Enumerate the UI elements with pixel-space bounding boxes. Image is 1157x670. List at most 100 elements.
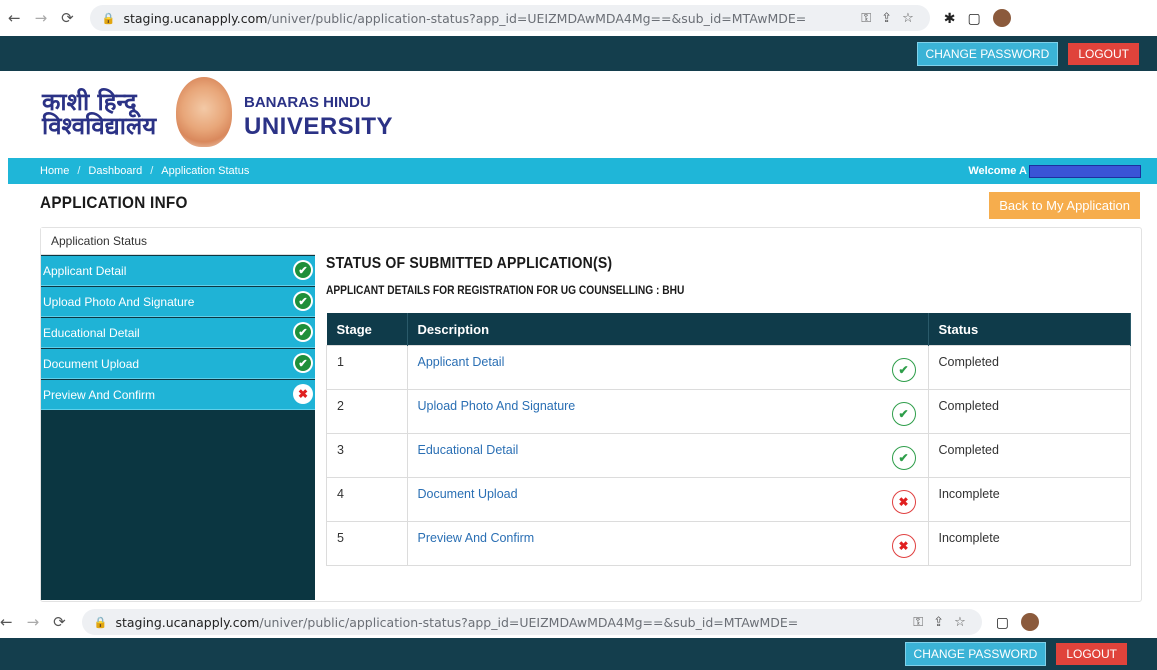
status-cell: Incomplete [927, 477, 1131, 522]
stage-cell: 1 [326, 345, 408, 390]
url-host: staging.ucanapply.com [115, 614, 260, 630]
lock-icon: 🔒 [93, 615, 108, 629]
logout-button[interactable]: LOGOUT [1056, 643, 1127, 665]
sidebar-item-document-upload[interactable]: Document Upload ✔ [41, 349, 315, 379]
key-icon[interactable]: ⚿ [913, 615, 923, 630]
sidebar-item-educational-detail[interactable]: Educational Detail ✔ [41, 318, 315, 348]
page-title: APPLICATION INFO [40, 193, 188, 212]
check-circle-icon: ✔ [293, 353, 313, 373]
hindi-line-2: विश्वविद्यालय [42, 111, 157, 140]
breadcrumb: Home / Dashboard / Application Status We… [8, 158, 1157, 184]
stage-cell: 2 [326, 389, 408, 434]
description-cell: Preview And Confirm ✖ [406, 521, 929, 566]
sidebar-item-label: Preview And Confirm [43, 387, 156, 402]
column-header-description: Description [407, 313, 929, 346]
address-bar[interactable]: 🔒 staging.ucanapply.com/univer/public/ap… [89, 5, 930, 31]
check-circle-icon: ✔ [891, 402, 916, 426]
sidebar-item-preview-confirm[interactable]: Preview And Confirm ✖ [41, 380, 315, 410]
breadcrumb-separator: / [77, 165, 81, 177]
main-content: STATUS OF SUBMITTED APPLICATION(S) APPLI… [326, 255, 1132, 566]
reload-icon[interactable]: ⟳ [53, 613, 66, 631]
welcome-label: Welcome A [968, 165, 1027, 177]
status-table: Stage Description Status 1 Applicant Det… [326, 313, 1131, 566]
description-link[interactable]: Document Upload [418, 487, 518, 501]
status-cell: Incomplete [927, 521, 1131, 566]
forward-arrow-icon[interactable]: → [35, 9, 48, 27]
stage-cell: 4 [326, 477, 408, 522]
description-link[interactable]: Upload Photo And Signature [418, 399, 576, 413]
description-cell: Applicant Detail ✔ [406, 345, 929, 390]
table-row: 4 Document Upload ✖ Incomplete [326, 477, 1131, 522]
sidebar-heading: Application Status [41, 228, 315, 255]
profile-avatar[interactable] [1020, 613, 1039, 631]
cross-circle-icon: ✖ [891, 490, 916, 514]
breadcrumb-current: Application Status [161, 165, 250, 177]
stage-cell: 3 [326, 433, 408, 478]
description-link[interactable]: Applicant Detail [418, 355, 505, 369]
table-row: 1 Applicant Detail ✔ Completed [326, 345, 1131, 390]
redacted-username [1029, 164, 1141, 178]
browser-nav: ← → ⟳ [8, 9, 74, 27]
sidepanel-icon[interactable]: ▢ [996, 614, 1009, 631]
table-row: 5 Preview And Confirm ✖ Incomplete [326, 521, 1131, 566]
table-header-row: Stage Description Status [326, 313, 1131, 346]
cross-circle-icon: ✖ [891, 534, 916, 558]
sidebar-item-label: Upload Photo And Signature [43, 294, 195, 309]
breadcrumb-separator: / [150, 165, 154, 177]
share-icon[interactable]: ⇪ [933, 615, 944, 630]
status-subheading: APPLICANT DETAILS FOR REGISTRATION FOR U… [326, 283, 685, 297]
check-circle-icon: ✔ [293, 291, 313, 311]
sidebar-item-upload-photo[interactable]: Upload Photo And Signature ✔ [41, 287, 315, 317]
status-cell: Completed [927, 389, 1131, 434]
description-link[interactable]: Preview And Confirm [418, 531, 535, 545]
lock-icon: 🔒 [101, 11, 116, 25]
english-line-2: UNIVERSITY [244, 113, 394, 140]
table-row: 3 Educational Detail ✔ Completed [326, 433, 1131, 478]
site-topbar-duplicate: CHANGE PASSWORD LOGOUT [0, 638, 1157, 670]
site-topbar: CHANGE PASSWORD LOGOUT [0, 36, 1157, 71]
browser-nav: ← → ⟳ [0, 613, 66, 631]
site-header: काशी हिन्दू विश्वविद्यालय BANARAS HINDU … [0, 72, 1157, 158]
url-path: /univer/public/application-status?app_id… [267, 10, 807, 26]
share-icon[interactable]: ⇪ [881, 11, 892, 26]
back-to-application-button[interactable]: Back to My Application [989, 192, 1140, 219]
table-row: 2 Upload Photo And Signature ✔ Completed [326, 389, 1131, 434]
profile-avatar[interactable] [992, 9, 1011, 27]
key-icon[interactable]: ⚿ [861, 11, 871, 26]
welcome-text: Welcome A [968, 164, 1141, 178]
logout-button[interactable]: LOGOUT [1068, 42, 1139, 65]
address-bar[interactable]: 🔒 staging.ucanapply.com/univer/public/ap… [81, 609, 982, 635]
change-password-button[interactable]: CHANGE PASSWORD [916, 41, 1059, 66]
status-sidebar: Application Status Applicant Detail ✔ Up… [41, 228, 315, 600]
status-heading: STATUS OF SUBMITTED APPLICATION(S) [326, 255, 613, 272]
back-arrow-icon[interactable]: ← [8, 9, 21, 27]
stage-cell: 5 [326, 521, 408, 566]
status-cell: Completed [927, 345, 1131, 390]
star-icon[interactable]: ☆ [954, 615, 966, 630]
forward-arrow-icon[interactable]: → [27, 613, 40, 631]
column-header-stage: Stage [326, 313, 408, 346]
url-path: /univer/public/application-status?app_id… [259, 614, 799, 630]
column-header-status: Status [928, 313, 1131, 346]
star-icon[interactable]: ☆ [902, 11, 914, 26]
university-seal-logo [176, 77, 232, 147]
back-arrow-icon[interactable]: ← [0, 613, 13, 631]
breadcrumb-home[interactable]: Home [40, 165, 69, 177]
check-circle-icon: ✔ [293, 260, 313, 280]
description-link[interactable]: Educational Detail [418, 443, 519, 457]
check-circle-icon: ✔ [891, 358, 916, 382]
breadcrumb-dashboard[interactable]: Dashboard [88, 165, 142, 177]
sidepanel-icon[interactable]: ▢ [967, 10, 980, 27]
sidebar-item-applicant-detail[interactable]: Applicant Detail ✔ [41, 256, 315, 286]
english-wordmark: BANARAS HINDU UNIVERSITY [244, 94, 393, 141]
extensions-icon[interactable]: ✱ [944, 10, 956, 27]
browser-toolbar: ← → ⟳ 🔒 staging.ucanapply.com/univer/pub… [0, 0, 1157, 36]
description-cell: Educational Detail ✔ [406, 433, 929, 478]
sidebar-item-label: Document Upload [43, 356, 140, 371]
description-cell: Document Upload ✖ [406, 477, 929, 522]
description-cell: Upload Photo And Signature ✔ [406, 389, 929, 434]
browser-toolbar-duplicate: ← → ⟳ 🔒 staging.ucanapply.com/univer/pub… [0, 606, 1157, 638]
change-password-button[interactable]: CHANGE PASSWORD [904, 642, 1047, 666]
reload-icon[interactable]: ⟳ [61, 9, 74, 27]
sidebar-item-label: Educational Detail [43, 325, 140, 340]
